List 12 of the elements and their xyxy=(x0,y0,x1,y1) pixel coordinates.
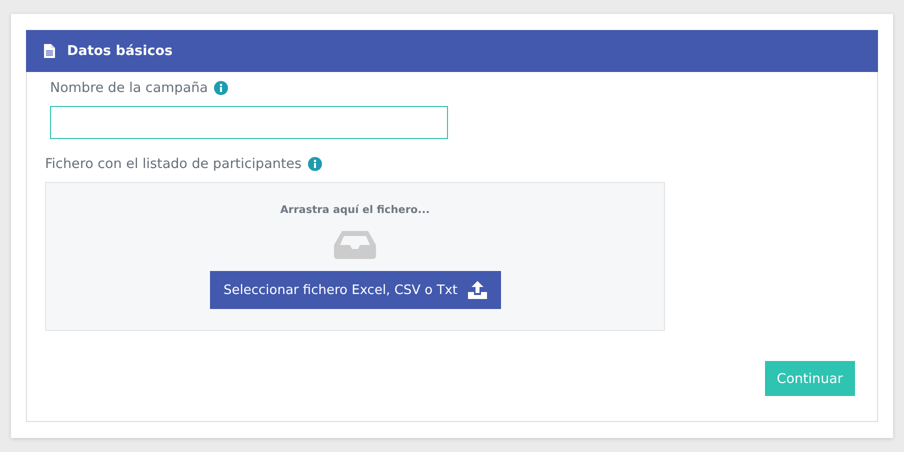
field-label: Fichero con el listado de participantes xyxy=(45,156,302,172)
dropzone-hint: Arrastra aquí el fichero... xyxy=(280,204,430,216)
panel-title: Datos básicos xyxy=(67,43,173,59)
document-icon xyxy=(44,44,55,58)
input-field[interactable] xyxy=(50,106,448,139)
dropzone[interactable]: Arrastra aquí el fichero... Seleccionar fichero Excel, CSV o Txt xyxy=(45,182,665,331)
field-label: Nombre de la campaña xyxy=(50,80,208,96)
upload-icon xyxy=(468,281,486,299)
select-file-button[interactable]: Seleccionar fichero Excel, CSV o Txt xyxy=(210,271,500,309)
info-icon[interactable] xyxy=(308,157,322,171)
inbox-tray-icon xyxy=(334,231,376,259)
info-icon[interactable] xyxy=(214,81,228,95)
